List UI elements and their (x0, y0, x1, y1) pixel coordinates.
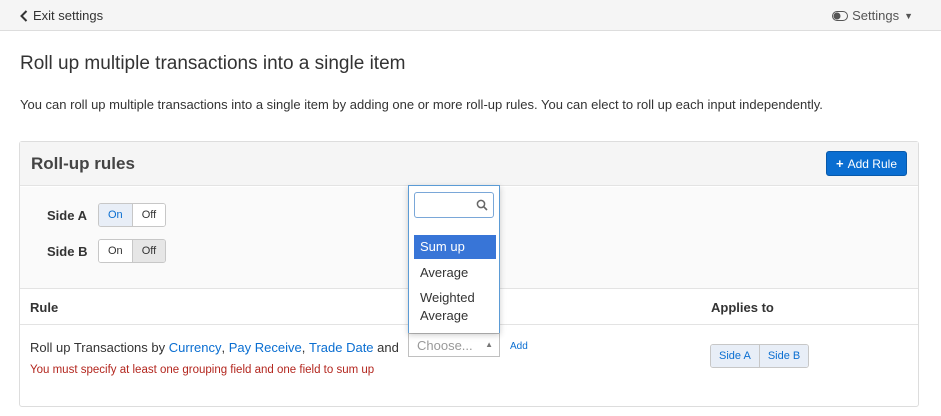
dropdown-option-average[interactable]: Average (414, 264, 496, 282)
side-a-toggle: On Off (98, 203, 167, 227)
side-a-off-button[interactable]: Off (131, 204, 166, 226)
top-bar: Exit settings Settings ▼ (0, 0, 941, 31)
field-trade-date-link[interactable]: Trade Date (309, 340, 374, 355)
caret-up-icon: ▲ (485, 340, 493, 349)
rollup-function-select[interactable]: Choose... ▲ (408, 333, 500, 357)
column-header-rule: Rule (30, 300, 59, 315)
search-icon (476, 199, 488, 211)
panel-header: Roll-up rules + Add Rule (20, 142, 918, 186)
validation-error: You must specify at least one grouping f… (30, 364, 375, 376)
dropdown-option-sum-up[interactable]: Sum up (414, 235, 496, 259)
field-currency-link[interactable]: Currency (169, 340, 222, 355)
exit-settings-label: Exit settings (33, 8, 104, 23)
side-a-row: Side A On Off (47, 203, 167, 227)
applies-side-b-button[interactable]: Side B (758, 345, 809, 367)
side-b-label: Side B (47, 243, 88, 259)
dropdown-option-weighted-average[interactable]: Weighted Average (414, 289, 496, 325)
add-rule-button[interactable]: + Add Rule (826, 151, 907, 176)
side-a-label: Side A (47, 207, 87, 223)
intro-text: You can roll up multiple transactions in… (20, 97, 823, 112)
field-separator: , (221, 340, 226, 355)
rule-suffix: and (377, 340, 399, 355)
field-separator: , (301, 340, 306, 355)
side-b-row: Side B On Off (47, 239, 167, 263)
exit-settings-link[interactable]: Exit settings (20, 8, 103, 23)
side-b-on-button[interactable]: On (99, 240, 132, 262)
side-b-toggle: On Off (98, 239, 167, 263)
field-pay-receive-link[interactable]: Pay Receive (229, 340, 302, 355)
settings-dropdown[interactable]: Settings ▼ (832, 8, 913, 23)
panel-title: Roll-up rules (31, 154, 135, 173)
side-a-on-button[interactable]: On (99, 204, 132, 226)
add-rule-label: Add Rule (847, 156, 897, 171)
rule-prefix: Roll up Transactions by (30, 340, 166, 355)
applies-side-a-button[interactable]: Side A (711, 345, 759, 367)
side-b-off-button[interactable]: Off (131, 240, 166, 262)
choose-placeholder: Choose... (417, 337, 473, 353)
page-title: Roll up multiple transactions into a sin… (20, 53, 406, 74)
rule-row: Roll up Transactions by Currency, Pay Re… (30, 340, 399, 355)
column-header-applies-to: Applies to (711, 300, 774, 315)
caret-down-icon: ▼ (904, 10, 913, 21)
plus-icon: + (836, 156, 844, 171)
settings-label: Settings (852, 8, 900, 23)
rollup-function-dropdown: Sum up Average Weighted Average (408, 185, 500, 333)
add-field-link[interactable]: Add (510, 341, 528, 352)
dropdown-search (414, 192, 494, 218)
toggle-icon (832, 10, 849, 21)
chevron-left-icon (20, 9, 28, 22)
applies-to-toggle: Side A Side B (710, 344, 810, 368)
